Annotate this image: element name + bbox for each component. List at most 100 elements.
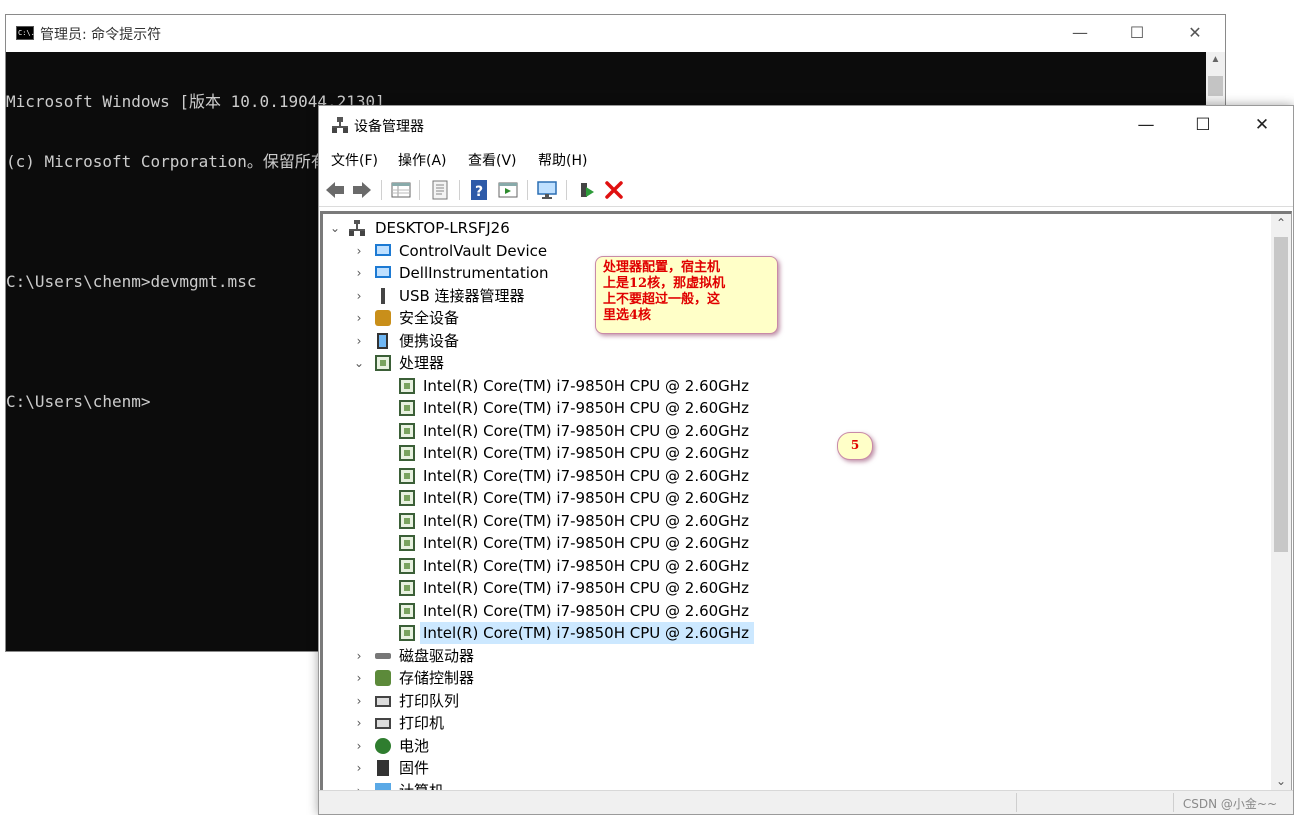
collapse-chevron-icon[interactable]: ⌄ [329, 217, 341, 239]
expand-chevron-icon[interactable]: › [353, 645, 365, 667]
cmd-scroll-thumb[interactable] [1208, 76, 1223, 96]
expand-chevron-icon[interactable]: › [353, 262, 365, 284]
tree-scroll-thumb[interactable] [1274, 237, 1288, 552]
processor-label: Intel(R) Core(TM) i7-9850H CPU @ 2.60GHz [423, 399, 749, 417]
toolbar-separator [566, 180, 567, 200]
processor-label: Intel(R) Core(TM) i7-9850H CPU @ 2.60GHz [423, 377, 749, 395]
processor-item[interactable]: Intel(R) Core(TM) i7-9850H CPU @ 2.60GHz [323, 397, 1223, 419]
tree-category-label: 存储控制器 [399, 669, 475, 687]
scroll-up-arrow-icon[interactable]: ▲ [1206, 54, 1225, 65]
processor-label: Intel(R) Core(TM) i7-9850H CPU @ 2.60GHz [423, 489, 749, 507]
tree-vertical-scrollbar[interactable]: ⌃ ⌄ [1271, 214, 1291, 790]
processor-item[interactable]: Intel(R) Core(TM) i7-9850H CPU @ 2.60GHz [323, 510, 1223, 532]
monitor-icon [375, 244, 391, 256]
cpu-icon [375, 355, 391, 371]
tree-category-label: 安全设备 [399, 309, 460, 327]
processor-item[interactable]: Intel(R) Core(TM) i7-9850H CPU @ 2.60GHz [323, 555, 1223, 577]
status-divider [1016, 793, 1017, 812]
tree-category-label: 磁盘驱动器 [399, 647, 475, 665]
computer-network-icon [349, 220, 365, 236]
devmgr-close-button[interactable]: ✕ [1239, 110, 1285, 140]
cmd-title-bar[interactable]: C:\. 管理员: 命令提示符 — ☐ ✕ [6, 15, 1225, 52]
cpu-icon [399, 423, 415, 439]
expand-chevron-icon[interactable]: › [353, 735, 365, 757]
tree-category-label: 便携设备 [399, 332, 460, 350]
action-view-icon[interactable] [497, 179, 519, 201]
back-arrow-icon[interactable] [324, 179, 346, 201]
expand-chevron-icon[interactable]: › [353, 667, 365, 689]
tree-category[interactable]: › 电池 [323, 735, 1223, 757]
expand-chevron-icon[interactable]: › [353, 757, 365, 779]
usb-icon [375, 288, 391, 304]
processor-item[interactable]: Intel(R) Core(TM) i7-9850H CPU @ 2.60GHz [323, 442, 1223, 464]
step-number-badge: 5 [837, 432, 873, 460]
firmware-icon [377, 760, 389, 776]
processor-item[interactable]: Intel(R) Core(TM) i7-9850H CPU @ 2.60GHz [323, 532, 1223, 554]
tree-category-processors[interactable]: ⌄ 处理器 [323, 352, 1223, 374]
cmd-window-title: 管理员: 命令提示符 [40, 27, 162, 43]
processor-label: Intel(R) Core(TM) i7-9850H CPU @ 2.60GHz [423, 579, 749, 597]
cpu-icon [399, 400, 415, 416]
expand-chevron-icon[interactable]: › [353, 240, 365, 262]
status-bar: CSDN @小金~~ [319, 790, 1293, 814]
print-doc-icon[interactable] [429, 179, 451, 201]
update-driver-icon[interactable] [576, 179, 598, 201]
tree-category-label: 处理器 [399, 354, 445, 372]
cpu-icon [399, 603, 415, 619]
forward-arrow-icon[interactable] [351, 179, 373, 201]
scroll-up-arrow-icon[interactable]: ⌃ [1271, 216, 1291, 230]
printer-icon [375, 718, 391, 729]
device-tree[interactable]: ⌄ DESKTOP-LRSFJ26 › ControlVault Device … [320, 211, 1292, 791]
tree-category[interactable]: › 存储控制器 [323, 667, 1223, 689]
processor-label: Intel(R) Core(TM) i7-9850H CPU @ 2.60GHz [423, 467, 749, 485]
cpu-icon [399, 490, 415, 506]
cmd-app-icon: C:\. [16, 26, 35, 40]
processor-item[interactable]: Intel(R) Core(TM) i7-9850H CPU @ 2.60GHz [323, 375, 1223, 397]
tree-category[interactable]: › 打印队列 [323, 690, 1223, 712]
tree-category-label: 固件 [399, 759, 430, 777]
scroll-down-arrow-icon[interactable]: ⌄ [1271, 774, 1291, 788]
devmgr-window-title: 设备管理器 [354, 119, 424, 135]
cmd-close-button[interactable]: ✕ [1172, 21, 1218, 45]
tree-root-label: DESKTOP-LRSFJ26 [375, 219, 510, 237]
disk-drive-icon [375, 653, 391, 659]
processor-item[interactable]: Intel(R) Core(TM) i7-9850H CPU @ 2.60GHz [323, 465, 1223, 487]
menu-help[interactable]: 帮助(H) [538, 150, 587, 170]
annotation-callout: 处理器配置，宿主机 上是12核，那虚拟机 上不要超过一般，这 里选4核 [595, 256, 778, 334]
uninstall-x-icon[interactable] [603, 179, 625, 201]
expand-chevron-icon[interactable]: › [353, 712, 365, 734]
devmgr-minimize-button[interactable]: — [1123, 110, 1169, 140]
help-icon[interactable]: ? [468, 179, 490, 201]
tree-category[interactable]: › 打印机 [323, 712, 1223, 734]
monitor-scan-icon[interactable] [536, 179, 558, 201]
menu-file[interactable]: 文件(F) [331, 150, 378, 170]
processor-item[interactable]: Intel(R) Core(TM) i7-9850H CPU @ 2.60GHz [323, 487, 1223, 509]
cpu-icon [399, 558, 415, 574]
processor-item[interactable]: Intel(R) Core(TM) i7-9850H CPU @ 2.60GHz [323, 420, 1223, 442]
processor-label: Intel(R) Core(TM) i7-9850H CPU @ 2.60GHz [423, 602, 749, 620]
expand-chevron-icon[interactable]: › [353, 690, 365, 712]
expand-chevron-icon[interactable]: › [353, 330, 365, 352]
expand-chevron-icon[interactable]: › [353, 307, 365, 329]
properties-grid-icon[interactable] [390, 179, 412, 201]
tree-root-computer[interactable]: ⌄ DESKTOP-LRSFJ26 [323, 217, 1223, 239]
processor-item[interactable]: Intel(R) Core(TM) i7-9850H CPU @ 2.60GHz [323, 600, 1223, 622]
menu-view[interactable]: 查看(V) [468, 150, 517, 170]
devmgr-maximize-button[interactable]: ☐ [1180, 110, 1226, 140]
processor-item[interactable]: Intel(R) Core(TM) i7-9850H CPU @ 2.60GHz [323, 577, 1223, 599]
devmgr-title-bar[interactable]: 设备管理器 — ☐ ✕ [319, 106, 1293, 144]
processor-item-selected[interactable]: Intel(R) Core(TM) i7-9850H CPU @ 2.60GHz [323, 622, 1223, 644]
tree-category[interactable]: › 固件 [323, 757, 1223, 779]
menu-action[interactable]: 操作(A) [398, 150, 447, 170]
security-key-icon [375, 310, 391, 326]
tree-category[interactable]: › 磁盘驱动器 [323, 645, 1223, 667]
cmd-minimize-button[interactable]: — [1057, 21, 1103, 45]
watermark-text: CSDN @小金~~ [1182, 797, 1277, 811]
processor-label: Intel(R) Core(TM) i7-9850H CPU @ 2.60GHz [423, 422, 749, 440]
expand-chevron-icon[interactable]: › [353, 285, 365, 307]
cmd-maximize-button[interactable]: ☐ [1114, 21, 1160, 45]
device-manager-app-icon [332, 117, 348, 133]
monitor-icon [375, 266, 391, 278]
cpu-icon [399, 445, 415, 461]
collapse-chevron-icon[interactable]: ⌄ [353, 352, 365, 374]
